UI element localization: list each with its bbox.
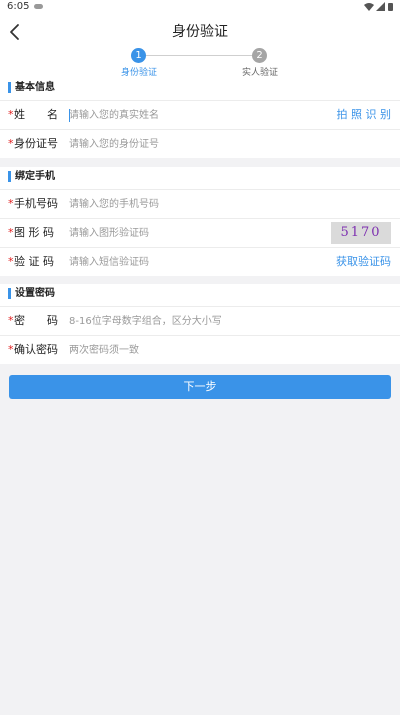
section-basic-info: 基本信息 <box>0 78 400 100</box>
phone-row: * 手机号码 <box>0 189 400 218</box>
id-number-input[interactable] <box>69 134 319 154</box>
name-row: * 姓 名 拍 照 识 别 <box>0 100 400 129</box>
required-mark: * <box>8 226 14 239</box>
sms-code-row: * 验 证 码 获取验证码 <box>0 247 400 276</box>
confirm-password-row: * 确认密码 <box>0 335 400 364</box>
password-input[interactable] <box>69 311 319 331</box>
confirm-password-label: 确认密码 <box>14 343 58 356</box>
required-mark: * <box>8 343 14 356</box>
get-sms-code-button[interactable]: 获取验证码 <box>336 254 391 270</box>
battery-icon <box>388 3 393 11</box>
phone-label: 手机号码 <box>14 197 58 210</box>
step-1-circle: 1 <box>131 48 146 63</box>
section-bind-phone: 绑定手机 <box>0 167 400 189</box>
password-label: 密 码 <box>14 314 58 327</box>
section-marker <box>8 82 11 93</box>
status-bar: 6:05 <box>0 0 400 14</box>
sms-code-label: 验 证 码 <box>14 255 54 268</box>
captcha-row: * 图 形 码 5170 <box>0 218 400 247</box>
required-mark: * <box>8 108 14 121</box>
name-label: 姓 名 <box>14 108 58 121</box>
section-set-password: 设置密码 <box>0 284 400 306</box>
step-connector <box>146 55 254 56</box>
required-mark: * <box>8 255 14 268</box>
confirm-password-input[interactable] <box>69 340 319 360</box>
captcha-image[interactable]: 5170 <box>331 222 391 244</box>
text-cursor <box>69 109 70 122</box>
status-time: 6:05 <box>7 1 30 12</box>
name-input[interactable] <box>69 105 319 125</box>
wifi-icon <box>364 3 374 11</box>
section-title: 绑定手机 <box>15 171 55 182</box>
section-marker <box>8 288 11 299</box>
section-marker <box>8 171 11 182</box>
password-row: * 密 码 <box>0 306 400 335</box>
id-label: 身份证号 <box>14 137 58 150</box>
signal-icon <box>376 2 385 11</box>
cloud-icon <box>34 4 43 9</box>
id-row: * 身份证号 <box>0 129 400 158</box>
section-title: 设置密码 <box>15 288 55 299</box>
photo-recognize-button[interactable]: 拍 照 识 别 <box>337 107 392 123</box>
required-mark: * <box>8 137 14 150</box>
captcha-input[interactable] <box>69 223 319 243</box>
next-step-button[interactable]: 下一步 <box>9 375 391 399</box>
captcha-label: 图 形 码 <box>14 226 54 239</box>
sms-code-input[interactable] <box>69 252 319 272</box>
section-title: 基本信息 <box>15 82 55 93</box>
phone-input[interactable] <box>69 194 319 214</box>
required-mark: * <box>8 197 14 210</box>
required-mark: * <box>8 314 14 327</box>
step-2-circle: 2 <box>252 48 267 63</box>
